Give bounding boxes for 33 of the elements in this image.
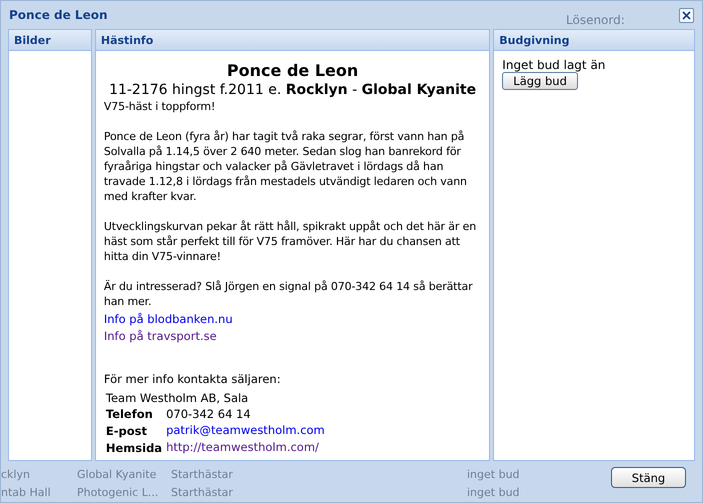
info-link[interactable]: Info på blodbanken.nu — [104, 311, 482, 328]
contact-label: E-post — [104, 422, 148, 439]
background-table-cell-text: Starthästar — [171, 468, 234, 481]
description-paragraph: Utvecklingskurvan pekar åt rätt håll, spikrakt uppåt och det här är en häst som står perfekt till för V75 framöver. Här har du chansen att hitta din V75-vinnare! — [104, 219, 478, 264]
background-table-cell-text: Photogenic L... — [77, 486, 160, 500]
close-icon[interactable] — [679, 8, 694, 23]
window-title: Ponce de Leon — [9, 8, 108, 22]
background-table-cell-text: inget bud — [467, 468, 521, 481]
horse-name: Ponce de Leon — [226, 61, 360, 81]
background-table-cell-text: ntab Hall — [1, 486, 52, 500]
info-link[interactable]: Info på travsport.se — [104, 328, 482, 345]
background-table-cell-text: Starthästar — [171, 486, 234, 500]
description-paragraph: Är du intresserad? Slå Jörgen en signal på 070-342 64 14 så berättar han mer. — [104, 279, 474, 309]
contact-link[interactable]: patrik@teamwestholm.com — [166, 422, 325, 439]
background-table-cell-text: Global Kyanite — [77, 468, 158, 481]
panel-title: Hästinfo — [100, 34, 154, 46]
description-paragraph: Ponce de Leon (fyra år) har tagit två raka segrar, först vann han på Solvalla på 1.14,5 över 2 640 meter. Sedan slog han banrekord för fyraåriga hingstar och valacker på Gävletravet i lördags då han travade 1.12,8 i lördags från mestadels utvändigt ledaren och vann med krafter kvar. — [104, 129, 468, 204]
background-table-cell-text: cklyn — [1, 468, 31, 481]
description-paragraph: V75-häst i toppform! — [104, 99, 216, 114]
contact-link[interactable]: http://teamwestholm.com/ — [166, 439, 325, 456]
panel-title: Budgivning — [499, 34, 570, 46]
password-label: Lösenord: — [566, 13, 625, 27]
background-table-cell-text: inget bud — [467, 486, 521, 500]
place-bid-button[interactable]: Lägg bud — [502, 72, 578, 90]
contact-label: Telefon — [104, 406, 154, 422]
company-name: Team Westholm AB, Sala — [104, 390, 250, 406]
bid-status: Inget bud lagt än — [502, 59, 606, 72]
contact-label: Hemsida — [104, 440, 164, 456]
contact-intro: För mer info kontakta säljaren: — [104, 371, 282, 387]
contact-value: 070-342 64 14 — [165, 406, 252, 422]
horse-details: 11-2176 hingst f.2011 e. Rocklyn - Global Kyanite — [108, 81, 478, 99]
panel-title: Bilder — [14, 34, 51, 46]
close-button[interactable]: Stäng — [611, 467, 686, 488]
